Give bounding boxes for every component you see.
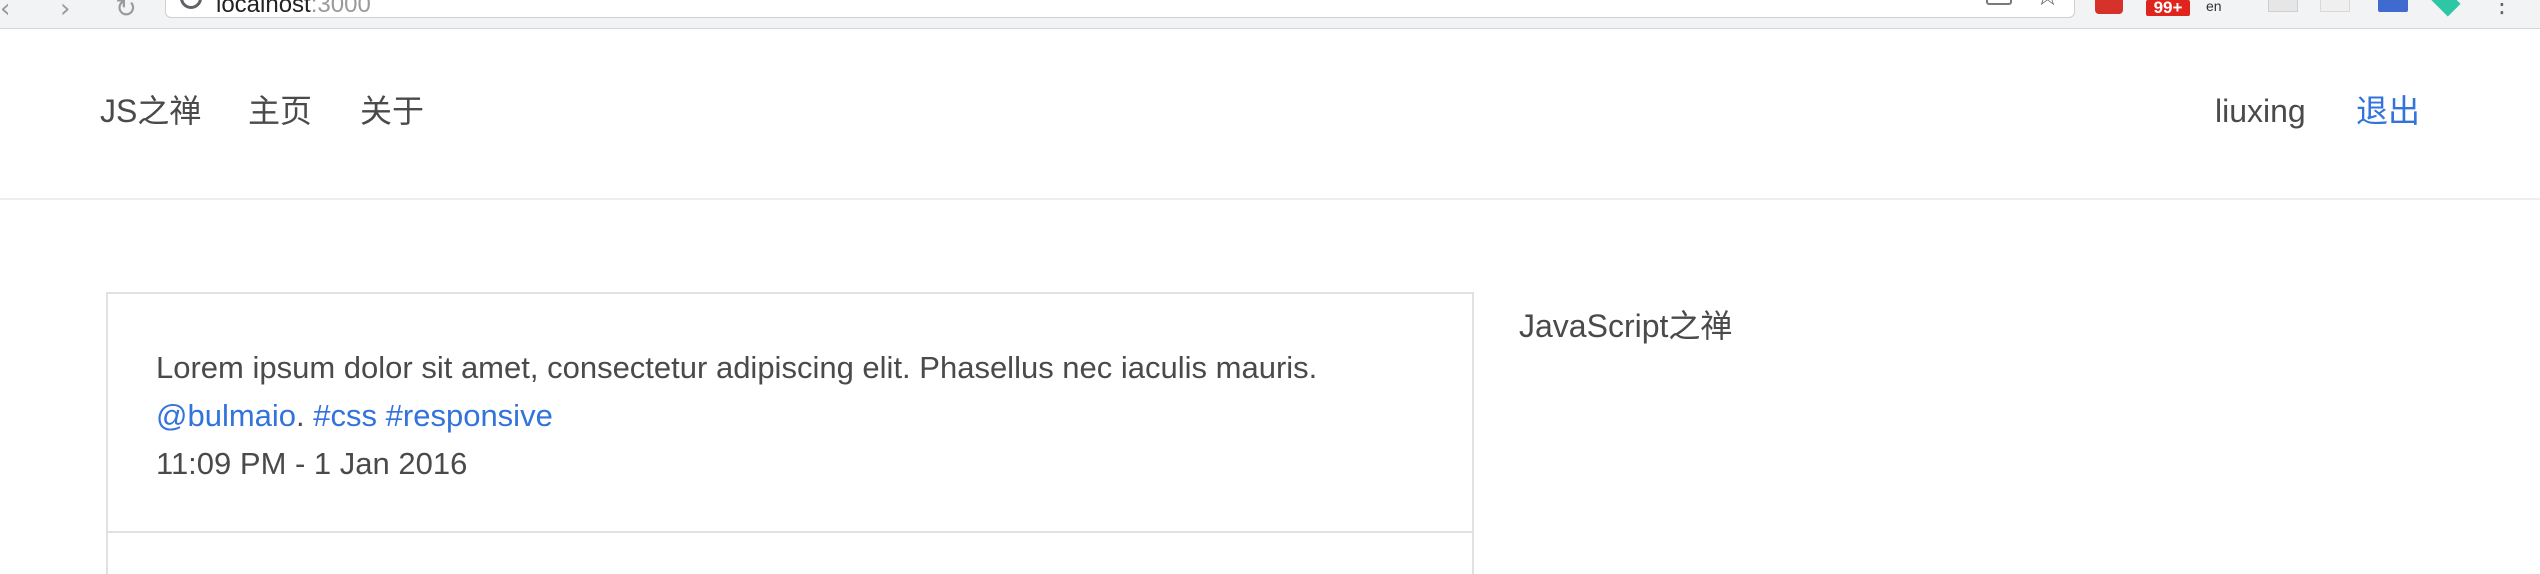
nav-home[interactable]: 主页 <box>248 95 312 127</box>
extension-badge[interactable]: 99+ <box>2146 0 2190 16</box>
extension-icon[interactable] <box>2268 0 2298 12</box>
extension-icon[interactable] <box>2429 0 2461 17</box>
nav-about[interactable]: 关于 <box>360 95 424 127</box>
back-icon[interactable]: ‹ <box>0 0 10 24</box>
nav-brand[interactable]: JS之禅 <box>100 95 201 127</box>
post-card: Lorem ipsum dolor sit amet, consectetur … <box>106 292 1474 574</box>
browser-menu-icon[interactable]: ⋮ <box>2490 0 2514 18</box>
adblock-icon[interactable] <box>2095 0 2123 14</box>
browser-toolbar: ‹ › ↻ localhost:3000 ☆ 99+ en ⋮ <box>0 0 2540 29</box>
logout-link[interactable]: 退出 <box>2356 95 2420 127</box>
tag-link-responsive[interactable]: #responsive <box>386 398 553 433</box>
url-text: localhost:3000 <box>216 0 371 18</box>
info-icon[interactable] <box>180 0 202 9</box>
post-timestamp: 11:09 PM - 1 Jan 2016 <box>156 446 468 481</box>
post-tags: @bulmaio. #css #responsive <box>156 392 1446 440</box>
forward-icon[interactable]: › <box>60 0 70 24</box>
extension-icon[interactable] <box>2320 0 2350 12</box>
sidebar-title: JavaScript之禅 <box>1519 308 1733 344</box>
card-divider <box>108 531 1472 533</box>
mention-link[interactable]: @bulmaio <box>156 398 296 433</box>
separator: . <box>296 398 305 433</box>
reload-icon[interactable]: ↻ <box>115 0 137 24</box>
translate-icon[interactable] <box>1986 0 2012 5</box>
bookmark-star-icon[interactable]: ☆ <box>2035 0 2060 12</box>
address-bar[interactable]: localhost:3000 ☆ <box>165 0 2075 18</box>
post-text: Lorem ipsum dolor sit amet, consectetur … <box>156 350 1318 385</box>
nav-user[interactable]: liuxing <box>2215 95 2306 127</box>
navbar: JS之禅 主页 关于 liuxing 退出 <box>0 29 2540 200</box>
tag-link-css[interactable]: #css <box>313 398 377 433</box>
language-extension-icon[interactable]: en <box>2206 0 2222 14</box>
extension-icon[interactable] <box>2378 0 2408 12</box>
post-content: Lorem ipsum dolor sit amet, consectetur … <box>156 344 1446 488</box>
